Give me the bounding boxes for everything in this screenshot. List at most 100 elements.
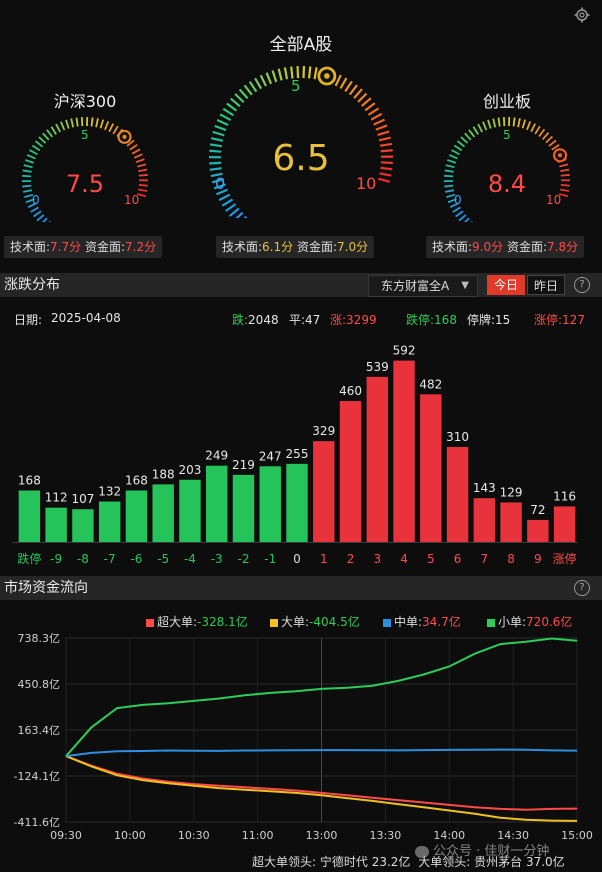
bar: [393, 360, 415, 542]
gauge-tick-mark: [46, 129, 54, 138]
tab-today[interactable]: 今日: [487, 275, 525, 295]
bar-value-label: 310: [446, 430, 469, 444]
gear-icon[interactable]: [574, 7, 590, 23]
gauge-tick-mark: [446, 159, 457, 164]
tech-value: 9.0分: [472, 240, 504, 254]
category-label: 2: [347, 552, 355, 566]
bar-value-label: 129: [500, 485, 523, 499]
limit-down-stat: 跌停:168: [406, 311, 457, 328]
gauge-tick-10: 10: [356, 174, 377, 193]
watermark-text: 公众号 · 佳财一分钟: [433, 844, 550, 859]
section-title: 市场资金流向: [4, 580, 88, 596]
gauge-tick-mark: [235, 211, 244, 218]
watermark: 公众号 · 佳财一分钟: [415, 840, 549, 859]
gauge-tick-mark: [455, 210, 464, 218]
category-label: 4: [400, 552, 408, 566]
halt-value: 15: [495, 313, 511, 327]
gauge-tick-mark: [222, 107, 234, 117]
gauge-tick-mark: [135, 158, 145, 163]
help-icon[interactable]: ?: [574, 580, 590, 596]
gauge-tick-mark: [214, 124, 227, 132]
gauge-tick-mark: [99, 119, 105, 129]
gauge-tick-mark: [238, 88, 249, 100]
bar: [45, 507, 67, 542]
gauge-tick-mark: [464, 217, 470, 222]
tab-yesterday[interactable]: 昨日: [527, 275, 565, 295]
legend-swatch: [146, 618, 154, 627]
gauge-tick-0: 0: [32, 193, 40, 207]
gauge-tick-mark: [357, 92, 368, 103]
gauge-tick-mark: [380, 161, 393, 165]
bar-value-label: 539: [366, 360, 389, 374]
gauge-tick-mark: [138, 168, 148, 172]
limit-down-value: 168: [434, 313, 457, 327]
gauge-tick-mark: [456, 140, 466, 148]
bar: [420, 394, 442, 542]
gauge-tick-mark: [22, 169, 32, 173]
gauge-tick-mark: [138, 174, 148, 177]
gauge-tick-mark: [265, 72, 273, 85]
gauge-tick-mark: [361, 97, 372, 107]
gauge-tick-mark: [334, 74, 342, 87]
bar-value-label: 132: [98, 485, 121, 499]
tech-value: 7.7分: [50, 240, 82, 254]
category-label: 7: [481, 552, 489, 566]
gauge-tick-mark: [104, 121, 110, 131]
gauge-tick-mark: [468, 129, 476, 138]
bar: [366, 376, 388, 542]
bar: [179, 479, 201, 542]
gauge-tick-mark: [367, 107, 380, 116]
category-label: -1: [264, 552, 276, 566]
gauge-tick-mark: [22, 189, 33, 193]
bar: [313, 441, 335, 542]
gauge-tick-mark: [472, 126, 479, 135]
gauge-tick-mark: [36, 214, 45, 222]
gauge-tick-mark: [370, 112, 383, 121]
gauge-tick-mark: [133, 153, 143, 159]
bar-value-label: 188: [152, 467, 175, 481]
gauge-tick-mark: [129, 144, 138, 151]
gauge-tick-mark: [228, 207, 240, 217]
gauge-tick-mark: [65, 119, 70, 129]
gauge-tick-mark: [277, 68, 283, 81]
category-label: 1: [320, 552, 328, 566]
bar-value-label: 72: [530, 503, 545, 517]
gauge-tick-mark: [55, 123, 61, 133]
gauge-tick-mark: [375, 124, 388, 131]
gauge-tick-mark: [379, 142, 393, 147]
tech-label: 技术面:: [432, 240, 473, 254]
gauge-tick-mark: [344, 80, 353, 92]
help-icon[interactable]: ?: [574, 277, 590, 293]
gauge-tick-mark: [225, 203, 237, 212]
halt-stat: 停牌:15: [467, 311, 510, 328]
gauge-tick-mark: [377, 177, 391, 183]
gauge-tick-mark: [353, 88, 363, 99]
gauge-tick-mark: [477, 123, 483, 133]
gauge-tick-mark: [50, 126, 57, 135]
bar: [18, 490, 41, 542]
fund-label: 资金面:: [84, 240, 126, 254]
bar: [125, 490, 148, 542]
bar: [286, 463, 308, 542]
gauge-tick-mark: [448, 154, 458, 160]
gauge-tick-mark: [530, 123, 536, 133]
gauge-tick-mark: [226, 102, 238, 112]
gauge-tick-mark: [254, 77, 263, 90]
category-label: 0: [293, 552, 301, 566]
gauge-tick-mark: [138, 188, 148, 192]
legend-value: 720.6亿: [526, 615, 573, 629]
gauge-tick-mark: [60, 121, 66, 131]
gauge-tick-mark: [451, 149, 460, 156]
date-label: 日期:: [14, 313, 43, 327]
gauge-tick-5: 5: [503, 128, 511, 142]
legend-swatch: [487, 618, 495, 627]
category-label: -4: [184, 552, 196, 566]
score-breakdown: 技术面:7.7分 资金面:7.2分: [4, 236, 163, 258]
limit-up-value: 127: [562, 313, 585, 327]
gauge-tick-mark: [219, 113, 232, 122]
gauge-tick-mark: [538, 128, 546, 138]
gauge-tick-mark: [487, 119, 492, 129]
market-select[interactable]: 东方财富全A ▼: [368, 275, 478, 297]
flat-stat: 平:47: [289, 311, 320, 328]
bar-value-label: 168: [125, 474, 148, 488]
